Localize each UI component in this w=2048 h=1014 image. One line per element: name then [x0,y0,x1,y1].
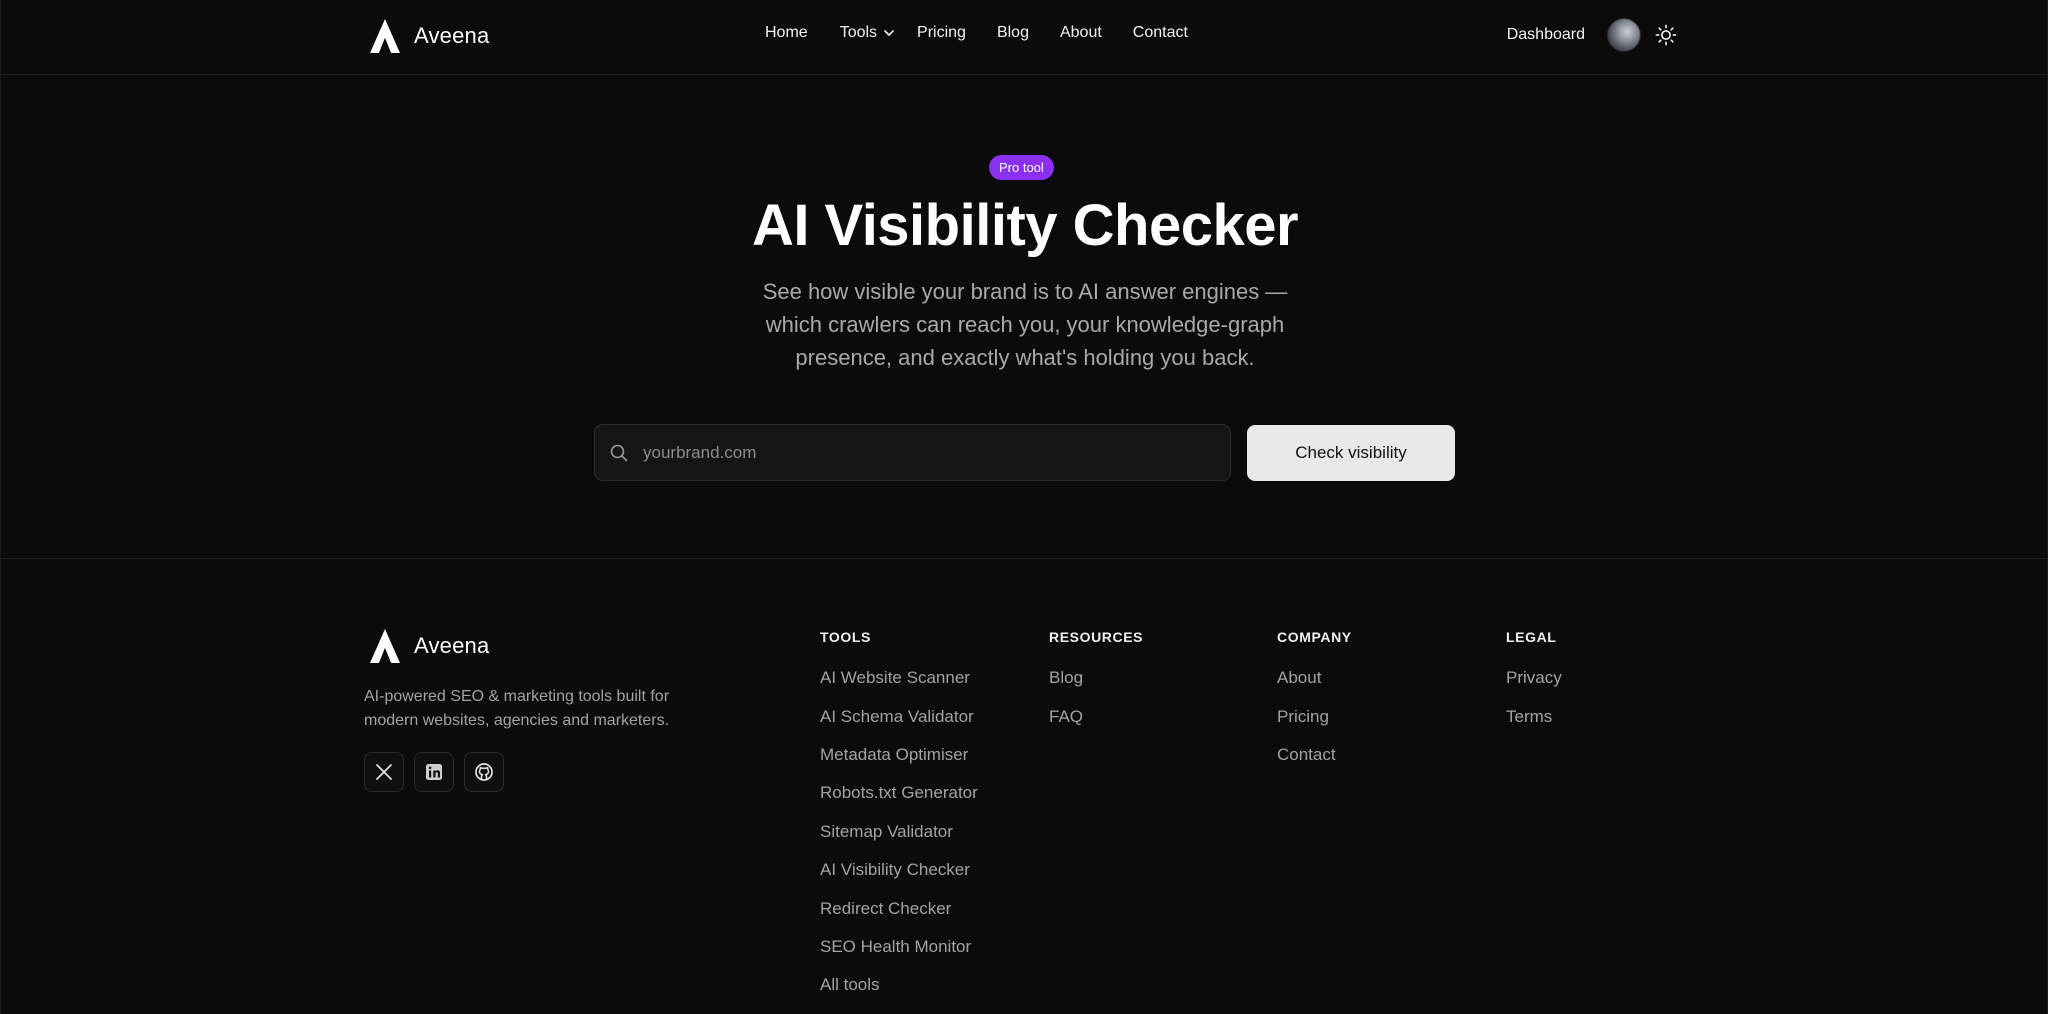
domain-search-box[interactable] [594,424,1231,481]
dashboard-link[interactable]: Dashboard [1507,26,1585,44]
x-link[interactable] [364,752,404,792]
footer-logo[interactable]: Aveena [370,629,489,663]
user-avatar[interactable] [1607,18,1641,52]
nav-pricing[interactable]: Pricing [917,24,966,42]
footer-link[interactable]: Blog [1049,668,1083,688]
search-icon [610,444,628,461]
nav-home[interactable]: Home [765,24,808,42]
aveena-logo-icon [370,19,400,53]
footer-brand-name: Aveena [414,633,490,658]
footer-link[interactable]: Redirect Checker [820,899,951,919]
domain-input[interactable] [643,442,1230,463]
footer-col-title: COMPANY [1277,629,1352,645]
nav-tools[interactable]: Tools [840,24,895,42]
footer-link[interactable]: Privacy [1506,668,1562,688]
footer-link[interactable]: Sitemap Validator [820,822,953,842]
github-link[interactable] [464,752,504,792]
footer-link[interactable]: Contact [1277,745,1336,765]
nav-tools-label: Tools [839,24,878,41]
header-logo[interactable]: Aveena [370,19,489,53]
site-footer: Aveena AI-powered SEO & marketing tools … [1,558,2047,1014]
aveena-logo-icon [370,629,400,663]
footer-col-resources: RESOURCES Blog FAQ [1049,629,1143,736]
header-actions: Dashboard [1507,18,1677,52]
footer-col-title: LEGAL [1506,629,1557,645]
site-header: Aveena Home Tools Pricing Blog About Con… [1,0,2047,75]
sun-icon[interactable] [1655,24,1677,46]
social-links [364,752,504,792]
page-title: AI Visibility Checker [751,193,1299,258]
footer-link[interactable]: Metadata Optimiser [820,745,968,765]
github-icon [475,763,493,781]
brand-name: Aveena [414,23,490,48]
footer-link[interactable]: All tools [820,975,880,995]
x-icon [376,764,392,780]
footer-link[interactable]: Pricing [1277,707,1329,727]
footer-link[interactable]: Terms [1506,707,1552,727]
footer-link[interactable]: Robots.txt Generator [820,783,978,803]
check-visibility-button[interactable]: Check visibility [1247,425,1455,481]
footer-link[interactable]: AI Schema Validator [820,707,974,727]
linkedin-link[interactable] [414,752,454,792]
footer-tagline: AI-powered SEO & marketing tools built f… [364,688,670,729]
footer-link[interactable]: About [1277,668,1321,688]
nav-contact[interactable]: Contact [1133,24,1188,42]
chevron-down-icon [884,30,894,36]
footer-col-tools: TOOLS AI Website Scanner AI Schema Valid… [820,629,978,1005]
footer-link[interactable]: SEO Health Monitor [820,937,971,957]
linkedin-icon [426,764,442,780]
nav-about[interactable]: About [1060,24,1102,42]
page: Aveena Home Tools Pricing Blog About Con… [0,0,2048,1014]
nav-blog[interactable]: Blog [997,24,1029,42]
footer-col-legal: LEGAL Privacy Terms [1506,629,1562,736]
footer-link[interactable]: FAQ [1049,707,1083,727]
footer-link[interactable]: AI Website Scanner [820,668,970,688]
footer-col-company: COMPANY About Pricing Contact [1277,629,1352,774]
footer-link[interactable]: AI Visibility Checker [820,860,970,880]
pro-tool-badge: Pro tool [989,155,1054,180]
footer-col-title: RESOURCES [1049,629,1144,645]
page-subtitle: See how visible your brand is to AI answ… [762,279,1288,370]
main-nav: Home Tools Pricing Blog About Contact [765,24,1188,42]
footer-col-title: TOOLS [820,629,871,645]
